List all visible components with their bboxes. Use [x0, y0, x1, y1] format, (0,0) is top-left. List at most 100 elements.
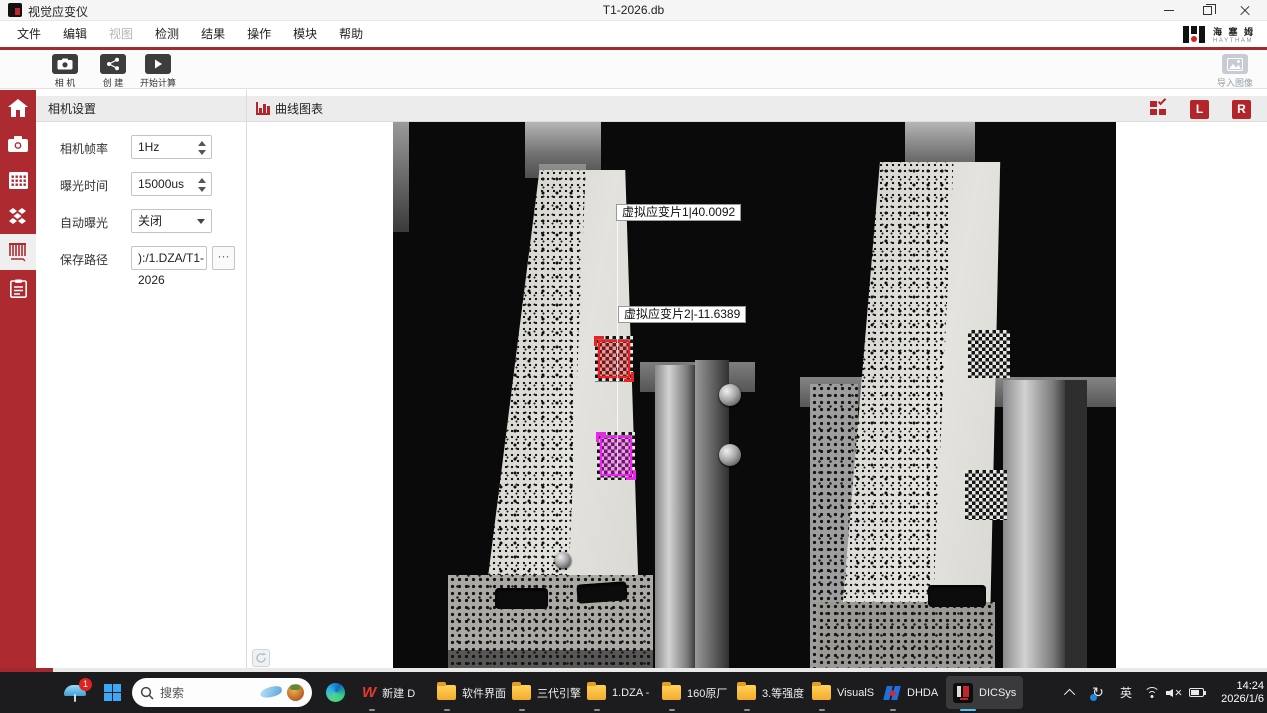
- taskbar-app-folder-6[interactable]: VisualS: [805, 676, 881, 709]
- wifi-tray-button[interactable]: [1140, 672, 1164, 713]
- dhda-icon: [883, 684, 901, 702]
- taskbar-app-label: 1.DZA -: [612, 687, 649, 699]
- frame-rate-value: 1Hz: [138, 140, 159, 154]
- save-path-row: 保存路径 ):/1.DZA/T1-2026 ···: [36, 246, 247, 270]
- brand-name-cn: 海 塞 姆: [1213, 25, 1255, 38]
- taskbar-app-label: 三代引擎: [537, 685, 581, 701]
- image-viewer: [247, 122, 1267, 668]
- speaker-mute-icon: [1166, 687, 1182, 699]
- input-language-indicator[interactable]: 英: [1114, 672, 1138, 713]
- auto-exposure-select[interactable]: 关闭: [131, 209, 212, 233]
- menu-file[interactable]: 文件: [6, 21, 52, 47]
- sidebar-item-camera[interactable]: [0, 126, 36, 162]
- side-rail-outer: [695, 360, 729, 668]
- taskbar-app-dhda[interactable]: DHDA: [876, 676, 945, 709]
- create-tool-button[interactable]: 创 建: [100, 54, 126, 89]
- frame-rate-input[interactable]: 1Hz: [131, 135, 212, 159]
- folder-icon: [662, 685, 681, 700]
- start-button[interactable]: [100, 672, 124, 713]
- frame-rate-row: 相机帧率 1Hz: [36, 135, 247, 159]
- import-image-label: 导入图像: [1217, 76, 1253, 89]
- sidebar-item-strain-gauge[interactable]: [0, 234, 36, 270]
- layout-toggle-icon[interactable]: [1150, 101, 1167, 116]
- report-icon: [10, 279, 27, 298]
- taskbar-app-label: 软件界面: [462, 685, 506, 701]
- battery-tray-button[interactable]: [1184, 672, 1208, 713]
- menu-edit[interactable]: 编辑: [52, 21, 98, 47]
- menu-detect[interactable]: 检测: [144, 21, 190, 47]
- battery-icon: [1189, 688, 1204, 697]
- exposure-input[interactable]: 15000us: [131, 172, 212, 196]
- side-rail-right: [1003, 380, 1065, 668]
- taskbar-app-folder-4[interactable]: 160原厂: [655, 676, 734, 709]
- menu-operate[interactable]: 操作: [236, 21, 282, 47]
- lower-clamp: [817, 602, 995, 668]
- menu-help[interactable]: 帮助: [328, 21, 374, 47]
- close-button[interactable]: [1228, 0, 1262, 21]
- camera-icon: [8, 136, 28, 152]
- chevron-up-icon: [1064, 688, 1075, 699]
- taskbar-app-label: DHDA: [907, 687, 938, 699]
- camera-image-pair[interactable]: [393, 122, 1116, 668]
- camera-tool-button[interactable]: 相 机: [52, 54, 78, 89]
- camera-tool-label: 相 机: [55, 76, 76, 89]
- refresh-icon: [255, 652, 267, 664]
- menu-view: 视图: [98, 21, 144, 47]
- search-icon: [140, 686, 154, 700]
- left-camera-button[interactable]: L: [1190, 100, 1209, 119]
- tray-expand-button[interactable]: [1060, 672, 1082, 713]
- restore-button[interactable]: [1190, 0, 1224, 21]
- save-path-input[interactable]: ):/1.DZA/T1-2026: [131, 246, 207, 270]
- haytham-mark-icon: [1183, 26, 1209, 43]
- sidebar-item-report[interactable]: [0, 270, 36, 306]
- taskbar-app-folder-3[interactable]: 1.DZA -: [580, 676, 656, 709]
- spinner-down-icon[interactable]: [198, 150, 206, 155]
- viewer-title: 曲线图表: [275, 96, 323, 122]
- spinner-up-icon[interactable]: [198, 141, 206, 146]
- folder-icon: [737, 685, 756, 700]
- browse-button[interactable]: ···: [212, 246, 235, 270]
- minimize-button[interactable]: [1152, 0, 1186, 21]
- right-camera-image[interactable]: [755, 122, 1116, 668]
- refresh-button[interactable]: [252, 649, 270, 667]
- taskbar-app-folder-1[interactable]: 软件界面: [430, 676, 513, 709]
- rail-shadow: [1065, 380, 1087, 668]
- side-rail: [655, 365, 695, 668]
- menu-result[interactable]: 结果: [190, 21, 236, 47]
- start-calc-button[interactable]: 开始计算: [140, 54, 176, 89]
- bolt: [555, 552, 571, 568]
- camera-icon: [52, 54, 78, 74]
- taskbar-app-dicsys[interactable]: DICSys: [946, 676, 1023, 709]
- taskbar-clock[interactable]: 14:24 2026/1/6: [1210, 672, 1264, 713]
- running-indicator: [369, 709, 375, 711]
- exposure-spinner[interactable]: [198, 176, 207, 194]
- menu-bar: 文件 编辑 视图 检测 结果 操作 模块 帮助: [0, 21, 1267, 47]
- wps-icon: W: [362, 684, 376, 701]
- taskbar-search[interactable]: [132, 678, 312, 707]
- edge-browser-button[interactable]: [322, 672, 348, 713]
- qr-marker-2: [965, 470, 1007, 520]
- spinner-up-icon[interactable]: [198, 178, 206, 183]
- folder-icon: [587, 685, 606, 700]
- sidebar-item-home[interactable]: [0, 90, 36, 126]
- search-input[interactable]: [160, 686, 252, 700]
- sidebar-item-grid[interactable]: [0, 162, 36, 198]
- spinner-down-icon[interactable]: [198, 187, 206, 192]
- tray-umbrella-app[interactable]: 1: [60, 672, 90, 713]
- frame-rate-spinner[interactable]: [198, 139, 207, 157]
- taskbar-app-folder-5[interactable]: 3.等强度: [730, 676, 811, 709]
- import-image-button: 导入图像: [1217, 54, 1253, 89]
- sidebar-item-speckle[interactable]: [0, 198, 36, 234]
- menu-module[interactable]: 模块: [282, 21, 328, 47]
- volume-tray-button[interactable]: [1162, 672, 1186, 713]
- virtual-gauge-1-marker[interactable]: [598, 340, 630, 378]
- taskbar-app-wps[interactable]: W 新建 D: [355, 676, 422, 709]
- toolbar: 相 机 创 建 开始计算 导入图像: [0, 50, 1267, 89]
- running-indicator: [669, 709, 675, 711]
- feather-icon: [259, 684, 283, 698]
- right-camera-button[interactable]: R: [1232, 100, 1251, 119]
- taskbar-app-folder-2[interactable]: 三代引擎: [505, 676, 588, 709]
- virtual-gauge-2-marker[interactable]: [600, 436, 632, 476]
- close-icon: [1239, 5, 1251, 17]
- sync-tray-icon[interactable]: ↻: [1086, 672, 1110, 713]
